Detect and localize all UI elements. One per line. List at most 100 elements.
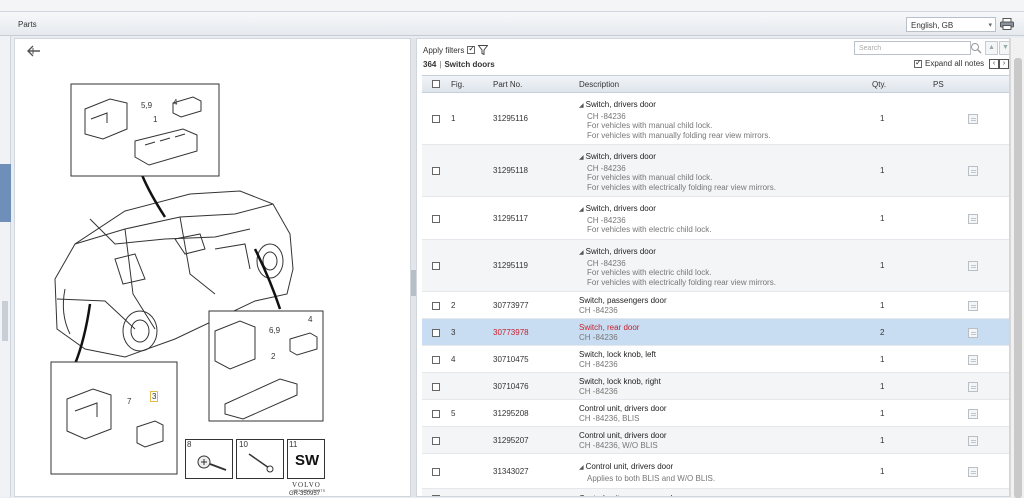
row-description-head: Switch, rear door: [579, 323, 639, 333]
row-description-head[interactable]: ◢ Switch, drivers door: [579, 247, 776, 259]
note-icon[interactable]: [968, 436, 978, 446]
table-row[interactable]: Control unit, passengers door: [422, 489, 1009, 496]
row-description-head: Switch, lock knob, right: [579, 377, 661, 387]
row-checkbox[interactable]: [432, 329, 440, 337]
chevron-down-icon: ▾: [988, 22, 992, 29]
row-checkbox[interactable]: [432, 383, 440, 391]
row-description-note: For vehicles with electric child lock.: [587, 225, 712, 234]
row-part-no[interactable]: 31295117: [493, 214, 528, 223]
table-row[interactable]: 31343027 ◢ Control unit, drivers door Appli…: [422, 454, 1009, 489]
breadcrumb: 364 | Switch doors: [423, 60, 495, 69]
note-icon[interactable]: [968, 409, 978, 419]
chevron-right-icon[interactable]: ›: [999, 59, 1009, 69]
table-row[interactable]: 30710476 Switch, lock knob, right CH -8423…: [422, 373, 1009, 400]
search-icon[interactable]: [969, 41, 983, 55]
collapse-triangle-icon[interactable]: ◢: [579, 465, 584, 471]
note-icon[interactable]: [968, 467, 978, 477]
collapse-expand-controls: ‹ ›: [989, 59, 1009, 69]
row-description: Switch, lock knob, left CH -84236: [579, 350, 656, 369]
printer-icon[interactable]: [1000, 18, 1014, 30]
row-description-title: Switch, rear door: [579, 323, 640, 332]
collapse-triangle-icon[interactable]: ◢: [579, 103, 584, 109]
table-row[interactable]: 31295119 ◢ Switch, drivers door CH -84236 Fo…: [422, 240, 1009, 292]
row-part-no[interactable]: 31295119: [493, 261, 528, 270]
note-icon[interactable]: [968, 328, 978, 338]
collapse-triangle-icon[interactable]: ◢: [579, 250, 584, 256]
col-part-no[interactable]: Part No.: [493, 80, 522, 89]
row-part-no[interactable]: 30710476: [493, 382, 529, 391]
row-checkbox[interactable]: [432, 356, 440, 364]
row-qty: 1: [880, 114, 885, 123]
part-8-box: [185, 439, 233, 479]
chevron-left-icon[interactable]: ‹: [989, 59, 999, 69]
row-description-head[interactable]: ◢ Switch, drivers door: [579, 152, 776, 164]
row-checkbox[interactable]: [432, 167, 440, 175]
table-row[interactable]: 1 31295116 ◢ Switch, drivers door CH -84236 F…: [422, 93, 1009, 145]
prev-result-button[interactable]: ▲: [985, 41, 998, 55]
row-checkbox[interactable]: [432, 262, 440, 270]
table-row[interactable]: 3 30773978 Switch, rear door CH -84236 2: [422, 319, 1009, 346]
note-icon[interactable]: [968, 382, 978, 392]
col-qty[interactable]: Qty.: [872, 80, 886, 89]
left-rail-handle[interactable]: [2, 301, 8, 341]
row-description-head[interactable]: ◢ Switch, drivers door: [579, 100, 771, 112]
row-checkbox[interactable]: [432, 302, 440, 310]
table-row[interactable]: 5 31295208 Control unit, drivers door CH -8…: [422, 400, 1009, 427]
apply-filters-checkbox[interactable]: [467, 44, 476, 54]
table-row[interactable]: 31295207 Control unit, drivers door CH -84…: [422, 427, 1009, 454]
col-fig[interactable]: Fig.: [451, 80, 464, 89]
row-description-note: CH -84236: [587, 111, 626, 121]
row-description-head: Control unit, drivers door: [579, 404, 667, 414]
select-all-checkbox[interactable]: [432, 80, 440, 88]
row-part-no[interactable]: 31295116: [493, 114, 528, 123]
row-part-no[interactable]: 30710475: [493, 355, 529, 364]
label-1: 1: [153, 115, 158, 124]
col-description[interactable]: Description: [579, 80, 619, 89]
collapse-triangle-icon[interactable]: ◢: [579, 155, 584, 161]
row-description-title: Switch, drivers door: [585, 204, 656, 213]
note-icon[interactable]: [968, 301, 978, 311]
table-row[interactable]: 4 30710475 Switch, lock knob, left CH -8423…: [422, 346, 1009, 373]
row-description-title: Switch, drivers door: [585, 100, 656, 109]
row-checkbox[interactable]: [432, 468, 440, 476]
note-icon[interactable]: [968, 355, 978, 365]
row-description-title: Switch, passengers door: [579, 296, 667, 305]
row-description-head[interactable]: ◢ Control unit, drivers door: [579, 462, 715, 474]
row-part-no[interactable]: 31295207: [493, 436, 529, 445]
row-fig: 4: [451, 355, 456, 364]
row-part-no[interactable]: 31343027: [493, 467, 529, 476]
search-input[interactable]: Search: [854, 41, 971, 55]
row-description: Control unit, drivers door CH -84236, W/O…: [579, 431, 667, 450]
note-icon[interactable]: [968, 114, 978, 124]
row-checkbox[interactable]: [432, 410, 440, 418]
scrollbar-thumb[interactable]: [1014, 58, 1022, 498]
table-row[interactable]: 31295118 ◢ Switch, drivers door CH -84236 Fo…: [422, 145, 1009, 197]
row-checkbox[interactable]: [432, 115, 440, 123]
filter-icon[interactable]: [478, 45, 489, 55]
col-ps[interactable]: PS: [933, 80, 944, 89]
next-result-button[interactable]: ▼: [999, 41, 1009, 55]
row-checkbox[interactable]: [432, 437, 440, 445]
label-3-highlight[interactable]: 3: [150, 391, 159, 402]
note-icon[interactable]: [968, 166, 978, 176]
note-icon[interactable]: [968, 214, 978, 224]
row-description-note: CH -84236: [579, 386, 618, 396]
note-icon[interactable]: [968, 261, 978, 271]
row-part-no[interactable]: 31295118: [493, 166, 528, 175]
table-row[interactable]: 2 30773977 Switch, passengers door CH -8423…: [422, 292, 1009, 319]
row-part-no[interactable]: 30773977: [493, 301, 529, 310]
expand-all-checkbox[interactable]: [914, 58, 922, 68]
row-part-no[interactable]: 30773978: [493, 328, 529, 337]
collapse-triangle-icon[interactable]: ◢: [579, 207, 584, 213]
row-description-note: For vehicles with manual child lock.: [587, 121, 713, 130]
row-description: ◢ Control unit, drivers door Applies to bo…: [579, 462, 715, 483]
language-select[interactable]: English, GB ▾: [906, 17, 996, 32]
row-description-head[interactable]: ◢ Switch, drivers door: [579, 204, 711, 216]
row-description-note: Applies to both BLIS and W/O BLIS.: [587, 473, 716, 483]
table-row[interactable]: 31295117 ◢ Switch, drivers door CH -84236 Fo…: [422, 197, 1009, 240]
vertical-scrollbar[interactable]: [1010, 38, 1024, 498]
row-checkbox[interactable]: [432, 215, 440, 223]
row-part-no[interactable]: 31295208: [493, 409, 529, 418]
exploded-diagram: 5,9 4 1 6,9 4 2 7 3 8 10 11 SW VOLVO GEN…: [14, 38, 411, 497]
row-description-title: Control unit, drivers door: [579, 404, 667, 413]
